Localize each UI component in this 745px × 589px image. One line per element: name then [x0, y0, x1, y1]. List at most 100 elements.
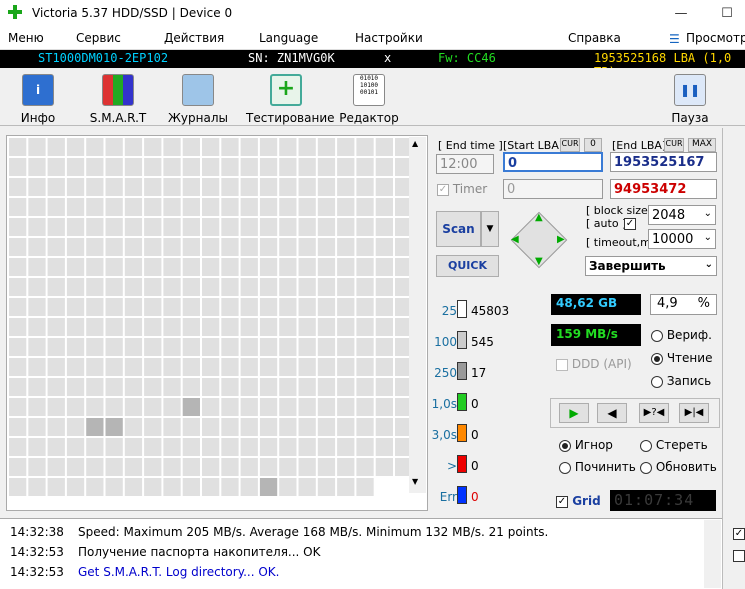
scan-button[interactable]: Scan [436, 211, 481, 247]
mode-write[interactable]: Запись [651, 374, 711, 388]
info-button[interactable]: i Инфо [0, 70, 76, 126]
direction-pad[interactable]: ▲ ▼ ◀ ▶ [510, 211, 568, 269]
editor-button[interactable]: 01010 10100 00101 Редактор [331, 70, 407, 126]
scan-dropdown-button[interactable]: ▼ [481, 211, 499, 247]
mode-verify[interactable]: Вериф. [651, 328, 712, 342]
grid-option[interactable]: ✓ Grid [556, 494, 601, 508]
grid-cell [28, 318, 46, 336]
timer-option[interactable]: ✓ Timer [437, 182, 487, 196]
grid-cell [124, 378, 143, 396]
action-erase[interactable]: Стереть [640, 438, 708, 452]
skip-unknown-icon[interactable]: ▶?◀ [639, 403, 669, 423]
grid-cell [182, 218, 200, 236]
grid-cell [124, 178, 143, 196]
timer-checkbox[interactable]: ✓ [437, 183, 449, 196]
grid-cell [240, 478, 258, 496]
end-icon[interactable]: ▶|◀ [679, 403, 709, 423]
stat-color-bar [457, 393, 467, 411]
grid-cell [317, 298, 336, 316]
back-icon[interactable]: ◀ [597, 403, 627, 423]
timeout-select[interactable]: 10000 ⌄ [648, 229, 716, 249]
edge-checkbox-1[interactable]: ✓ [733, 528, 745, 540]
grid-cell [202, 198, 220, 216]
timer-field[interactable]: 0 [503, 179, 603, 199]
grid-cell [144, 398, 162, 416]
minimize-button[interactable]: — [658, 0, 704, 28]
ddd-api-option[interactable]: DDD (API) [556, 357, 632, 371]
action-refresh[interactable]: Обновить [640, 460, 717, 474]
menu-settings[interactable]: Настройки [355, 31, 423, 45]
grid-cell [259, 358, 278, 376]
grid-cell [240, 238, 258, 256]
grid-cell [47, 398, 65, 416]
scan-map-scrollbar[interactable]: ▲ ▼ [409, 137, 426, 493]
grid-cell [202, 378, 220, 396]
grid-cell [240, 258, 258, 276]
end-time-field[interactable]: 12:00 [436, 154, 494, 174]
start-lba-field[interactable]: 0 [503, 152, 603, 172]
auto-checkbox[interactable]: ✓ [624, 218, 636, 230]
log-row: 14:32:53 Get S.M.A.R.T. Log directory... … [0, 562, 700, 582]
menu-service[interactable]: Сервис [76, 31, 121, 45]
end-cur-button[interactable]: CUR [664, 138, 684, 152]
testing-button[interactable]: + Тестирование [246, 70, 335, 126]
menu-view[interactable]: Просмотр [686, 31, 745, 45]
grid-cell [356, 258, 374, 276]
grid-cell [105, 478, 123, 496]
edge-checkbox-2[interactable] [733, 550, 745, 562]
quick-button[interactable]: QUICK [436, 255, 499, 277]
arrow-left-icon[interactable]: ◀ [511, 234, 519, 245]
grid-cell [124, 298, 143, 316]
grid-cell [105, 458, 123, 476]
maximize-button[interactable]: ☐ [704, 0, 745, 28]
grid-cell [144, 298, 162, 316]
drive-close[interactable]: x [384, 51, 391, 65]
start-cur-button[interactable]: CUR [560, 138, 580, 152]
toolbar: i Инфо S.M.A.R.T Журналы + Тестирование 01… [0, 68, 745, 126]
grid-cell [144, 338, 162, 356]
grid-cell [47, 438, 65, 456]
action-repair[interactable]: Починить [559, 460, 636, 474]
scroll-down-icon[interactable]: ▼ [412, 477, 418, 486]
grid-cell [221, 158, 239, 176]
arrow-down-icon[interactable]: ▼ [535, 256, 543, 267]
scroll-up-icon[interactable]: ▲ [412, 139, 418, 148]
grid-cell [9, 338, 27, 356]
start-zero-button[interactable]: 0 [584, 138, 602, 152]
grid-cell [105, 338, 123, 356]
arrow-up-icon[interactable]: ▲ [535, 212, 543, 223]
play-icon[interactable]: ▶ [559, 403, 589, 423]
menu-language[interactable]: Language [259, 31, 318, 45]
menu-help[interactable]: Справка [568, 31, 621, 45]
grid-cell [279, 358, 297, 376]
grid-cell [298, 138, 316, 156]
grid-cell [66, 258, 85, 276]
grid-cell [182, 478, 200, 496]
block-size-select[interactable]: 2048 ⌄ [648, 205, 716, 225]
finish-select[interactable]: Завершить ⌄ [585, 256, 717, 276]
grid-cell [337, 158, 355, 176]
grid-cell [66, 278, 85, 296]
grid-cell [86, 158, 104, 176]
smart-button[interactable]: S.M.A.R.T [80, 70, 156, 126]
arrow-right-icon[interactable]: ▶ [557, 234, 565, 245]
end-lba-field[interactable]: 1953525167 [610, 152, 717, 172]
grid-cell [240, 138, 258, 156]
logs-button[interactable]: Журналы [160, 70, 236, 126]
mode-read[interactable]: Чтение [651, 351, 712, 365]
grid-cell [337, 378, 355, 396]
menu-main[interactable]: Меню [8, 31, 44, 45]
grid-cell [9, 458, 27, 476]
grid-cell [28, 418, 46, 436]
end-max-button[interactable]: MAX [688, 138, 716, 152]
pause-button[interactable]: ❚❚ Пауза [652, 70, 728, 126]
grid-cell [317, 218, 336, 236]
action-ignore[interactable]: Игнор [559, 438, 613, 452]
menu-actions[interactable]: Действия [164, 31, 224, 45]
grid-cell [259, 298, 278, 316]
grid-cell [279, 418, 297, 436]
log-scrollbar[interactable] [704, 520, 721, 588]
grid-cell [202, 418, 220, 436]
grid-cell [356, 238, 374, 256]
grid-cell [221, 198, 239, 216]
